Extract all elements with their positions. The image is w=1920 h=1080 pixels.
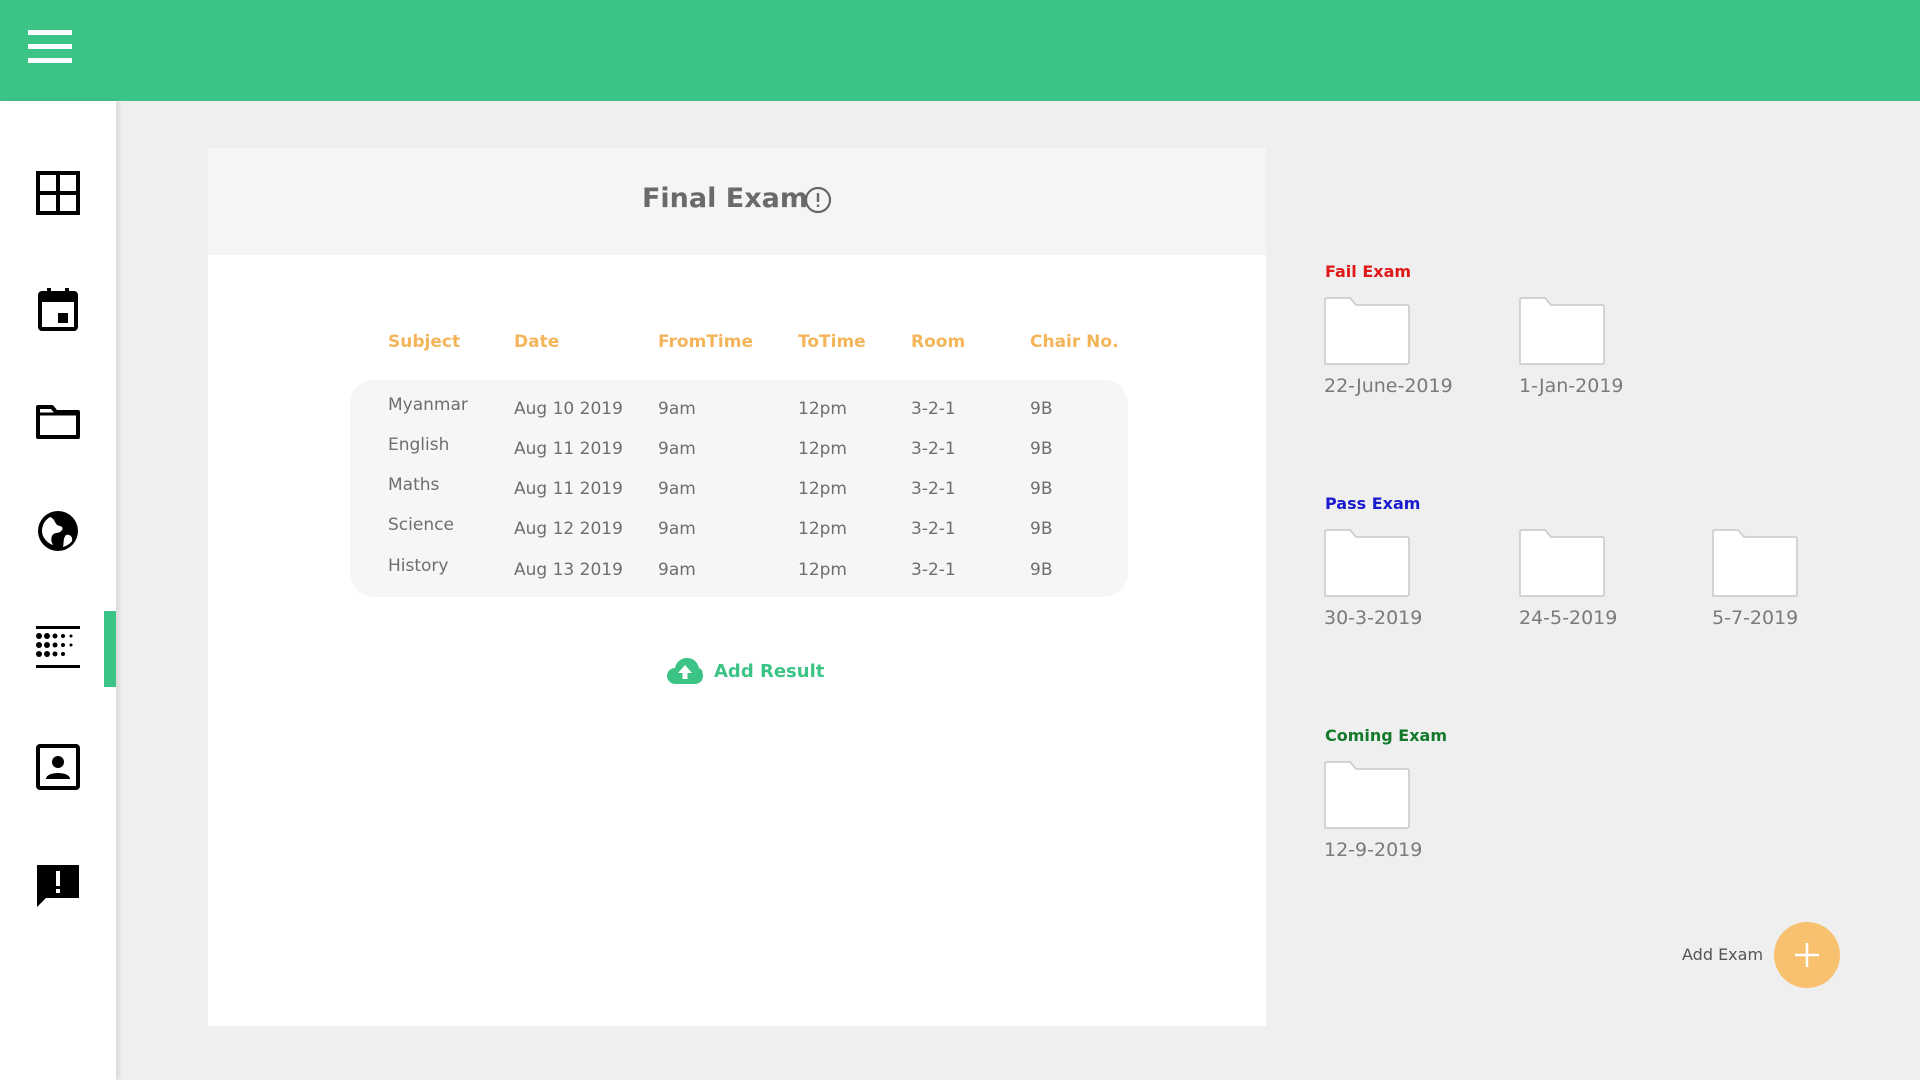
cell-totime: 12pm	[798, 560, 847, 580]
folder-pass-1[interactable]: 30-3-2019	[1324, 529, 1454, 629]
cell-chair: 9B	[1030, 560, 1053, 580]
hamburger-menu-icon[interactable]	[28, 30, 72, 64]
folder-pass-2[interactable]: 24-5-2019	[1519, 529, 1649, 629]
cell-fromtime: 9am	[658, 560, 696, 580]
dashboard-grid-icon	[36, 171, 80, 215]
folder-coming-1[interactable]: 12-9-2019	[1324, 761, 1454, 861]
feedback-alert-icon	[37, 865, 79, 907]
cell-room: 3-2-1	[911, 479, 956, 499]
folder-label: 1-Jan-2019	[1519, 375, 1624, 397]
cell-totime: 12pm	[798, 399, 847, 419]
folder-fail-2[interactable]: 1-Jan-2019	[1519, 297, 1649, 397]
cloud-upload-icon	[667, 658, 703, 684]
folder-icon	[1324, 529, 1410, 597]
cell-date: Aug 13 2019	[514, 560, 623, 580]
cell-room: 3-2-1	[911, 560, 956, 580]
calendar-icon	[38, 288, 78, 331]
add-exam-button[interactable]	[1774, 922, 1840, 988]
cell-fromtime: 9am	[658, 479, 696, 499]
folder-label: 24-5-2019	[1519, 607, 1618, 629]
cell-chair: 9B	[1030, 439, 1053, 459]
cell-date: Aug 10 2019	[514, 399, 623, 419]
sidebar-item-feedback[interactable]	[0, 846, 116, 926]
cell-date: Aug 11 2019	[514, 439, 623, 459]
cell-fromtime: 9am	[658, 439, 696, 459]
folder-label: 5-7-2019	[1712, 607, 1799, 629]
folder-icon	[1519, 529, 1605, 597]
fail-exam-heading: Fail Exam	[1325, 262, 1412, 281]
add-exam-label: Add Exam	[1682, 945, 1764, 964]
sidebar-item-folders[interactable]	[0, 381, 116, 461]
column-header-totime: ToTime	[798, 332, 866, 352]
cell-room: 3-2-1	[911, 439, 956, 459]
sidebar-item-dashboard[interactable]	[0, 153, 116, 233]
sidebar-active-indicator	[104, 611, 116, 687]
cell-subject: Myanmar	[388, 395, 468, 415]
folder-icon	[1324, 761, 1410, 829]
folder-label: 12-9-2019	[1324, 839, 1423, 861]
cell-room: 3-2-1	[911, 519, 956, 539]
folder-icon	[1712, 529, 1798, 597]
sidebar-item-contacts[interactable]	[0, 727, 116, 807]
final-exam-card: Final Exam Subject Date FromTime ToTime …	[208, 148, 1266, 1026]
card-title: Final Exam	[641, 183, 808, 214]
coming-exam-heading: Coming Exam	[1325, 726, 1448, 745]
column-header-chair: Chair No.	[1030, 332, 1119, 352]
folder-label: 30-3-2019	[1324, 607, 1423, 629]
info-alert-icon[interactable]	[804, 186, 832, 214]
exam-list-icon	[36, 626, 80, 668]
sidebar-item-calendar[interactable]	[0, 269, 116, 349]
top-bar	[0, 0, 1920, 101]
folder-label: 22-June-2019	[1324, 375, 1453, 397]
sidebar	[0, 101, 116, 1080]
plus-icon	[1795, 943, 1819, 967]
cell-fromtime: 9am	[658, 399, 696, 419]
folder-icon	[1324, 297, 1410, 365]
card-header: Final Exam	[208, 148, 1266, 255]
sidebar-item-exams[interactable]	[0, 607, 116, 687]
add-result-button[interactable]: Add Result	[666, 653, 824, 689]
cell-date: Aug 12 2019	[514, 519, 623, 539]
globe-icon	[38, 511, 78, 551]
cell-totime: 12pm	[798, 439, 847, 459]
column-header-room: Room	[911, 332, 966, 352]
column-header-date: Date	[514, 332, 560, 352]
folder-fail-1[interactable]: 22-June-2019	[1324, 297, 1454, 397]
folder-icon	[1519, 297, 1605, 365]
cell-fromtime: 9am	[658, 519, 696, 539]
cell-totime: 12pm	[798, 519, 847, 539]
column-header-fromtime: FromTime	[658, 332, 753, 352]
add-result-label: Add Result	[714, 660, 825, 682]
cell-subject: History	[388, 556, 449, 576]
cell-chair: 9B	[1030, 399, 1053, 419]
sidebar-item-globe[interactable]	[0, 491, 116, 571]
column-header-subject: Subject	[388, 332, 461, 352]
cell-date: Aug 11 2019	[514, 479, 623, 499]
cell-subject: Science	[388, 515, 454, 535]
folder-icon	[36, 405, 80, 439]
cell-totime: 12pm	[798, 479, 847, 499]
cell-room: 3-2-1	[911, 399, 956, 419]
contact-card-icon	[36, 744, 80, 790]
cell-chair: 9B	[1030, 519, 1053, 539]
cell-subject: Maths	[388, 475, 440, 495]
cell-subject: English	[388, 435, 450, 455]
folder-pass-3[interactable]: 5-7-2019	[1712, 529, 1842, 629]
cell-chair: 9B	[1030, 479, 1053, 499]
pass-exam-heading: Pass Exam	[1325, 494, 1421, 513]
